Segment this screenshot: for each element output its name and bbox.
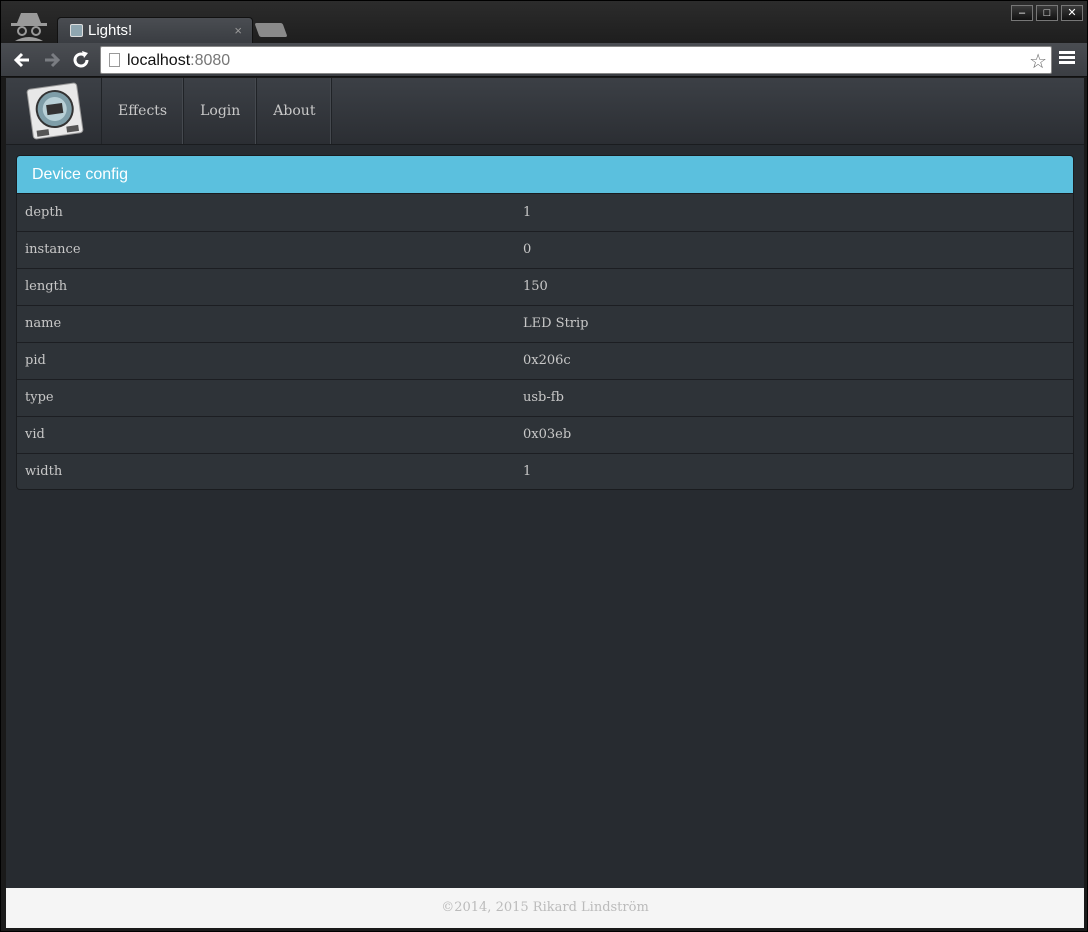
footer: ©2014, 2015 Rikard Lindström <box>6 888 1084 928</box>
config-value: 0x03eb <box>515 415 1073 453</box>
title-bar: Lights! × – □ ✕ <box>1 1 1087 43</box>
panel-title: Device config <box>17 156 1073 194</box>
nav-menu: Effects Login About <box>101 78 333 144</box>
config-key: instance <box>17 230 515 268</box>
table-row: instance 0 <box>17 230 1073 268</box>
config-key: type <box>17 378 515 416</box>
browser-toolbar: localhost:8080 ☆ <box>1 43 1087 77</box>
url-text: localhost:8080 <box>127 52 231 69</box>
minimize-button[interactable]: – <box>1011 5 1033 21</box>
tab-close-icon[interactable]: × <box>234 23 242 38</box>
config-key: width <box>17 452 515 489</box>
new-tab-button[interactable] <box>254 23 288 37</box>
reload-icon[interactable] <box>70 49 92 71</box>
config-key: pid <box>17 341 515 379</box>
footer-copyright: ©2014, 2015 Rikard Lindström <box>441 900 649 915</box>
config-value: usb-fb <box>515 378 1073 416</box>
web-page: Effects Login About Device config depth … <box>6 78 1084 928</box>
table-row: type usb-fb <box>17 378 1073 416</box>
table-row: pid 0x206c <box>17 341 1073 379</box>
config-key: vid <box>17 415 515 453</box>
config-key: name <box>17 304 515 342</box>
browser-window: Lights! × – □ ✕ localhost:8080 ☆ Effects… <box>0 0 1088 932</box>
config-value: 1 <box>515 452 1073 489</box>
nav-item-about[interactable]: About <box>257 78 333 144</box>
page-icon <box>109 53 120 67</box>
navbar: Effects Login About <box>6 78 1084 145</box>
device-config-panel: Device config depth 1 instance 0 length … <box>16 155 1074 490</box>
config-value: 1 <box>523 204 532 220</box>
tab-title: Lights! <box>88 22 133 39</box>
bookmark-star-icon[interactable]: ☆ <box>1029 49 1047 74</box>
back-arrow-icon[interactable] <box>11 49 33 71</box>
table-row: name LED Strip <box>17 304 1073 342</box>
favicon-icon <box>70 24 83 37</box>
table-row: length 150 <box>17 267 1073 305</box>
config-value: 0x206c <box>515 341 1073 379</box>
nav-item-effects[interactable]: Effects <box>102 78 185 144</box>
incognito-icon <box>11 13 47 41</box>
table-row: width 1 <box>17 452 1073 489</box>
nav-item-login[interactable]: Login <box>184 78 258 144</box>
menu-icon[interactable] <box>1059 51 1075 67</box>
tab-lights[interactable]: Lights! × <box>57 17 253 43</box>
config-value: 0 <box>515 230 1073 268</box>
maximize-button[interactable]: □ <box>1036 5 1058 21</box>
address-bar[interactable]: localhost:8080 ☆ <box>100 46 1052 74</box>
config-table: depth 1 instance 0 length 150 name LED S… <box>17 194 1073 489</box>
config-value: 150 <box>515 267 1073 305</box>
config-key: depth <box>25 204 63 220</box>
table-row: depth 1 <box>17 194 1073 231</box>
config-value: LED Strip <box>515 304 1073 342</box>
brand-logo[interactable] <box>24 82 86 140</box>
close-window-button[interactable]: ✕ <box>1061 5 1083 21</box>
table-row: vid 0x03eb <box>17 415 1073 453</box>
forward-arrow-icon[interactable] <box>41 49 63 71</box>
config-key: length <box>17 267 515 305</box>
